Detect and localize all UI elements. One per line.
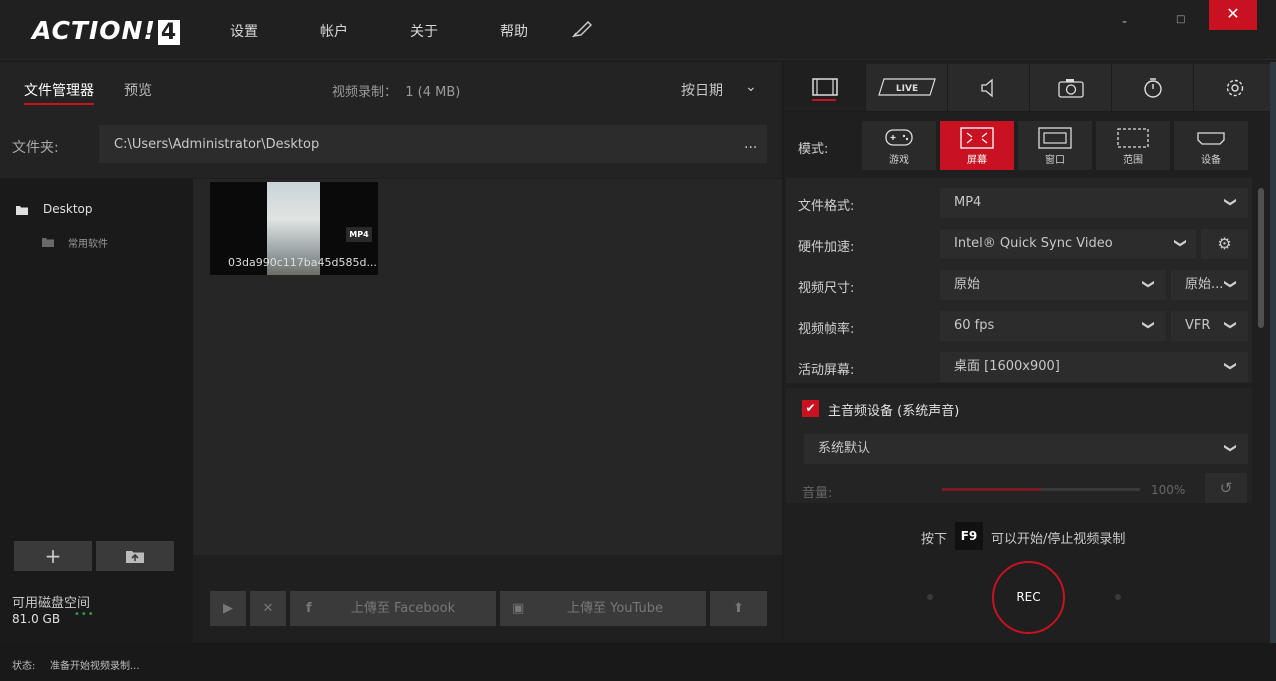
menu-settings[interactable]: 设置 [230, 21, 258, 41]
chevron-down-icon: ❯ [1142, 319, 1157, 331]
chevron-down-icon: ❯ [1174, 237, 1189, 249]
status-text: 准备开始视频录制... [50, 661, 140, 672]
chevron-down-icon: ❯ [1224, 278, 1239, 290]
mode-label: 模式: [798, 142, 829, 157]
format-badge: MP4 [346, 227, 372, 242]
upload-youtube-button[interactable]: ▣ 上傳至 YouTube [500, 591, 706, 626]
tab-audio[interactable] [948, 64, 1029, 111]
fps-select[interactable]: 60 fps [940, 311, 1166, 341]
youtube-icon: ▣ [512, 601, 525, 616]
chevron-down-icon: ❯ [1224, 196, 1239, 208]
gear-icon: ⚙ [1217, 234, 1232, 253]
maximize-button[interactable]: □ [1176, 14, 1185, 25]
indicator-dot [1115, 594, 1121, 600]
sort-dropdown[interactable]: 按日期 [681, 80, 723, 100]
delete-button[interactable]: ✕ [250, 591, 286, 626]
hw-accel-select[interactable]: Intel® Quick Sync Video [940, 229, 1196, 259]
hdmi-icon [1174, 127, 1248, 151]
folder-path-text: C:\Users\Administrator\Desktop [114, 137, 320, 152]
file-name: 03da990c117ba45d585d... [228, 256, 377, 269]
tab-camera[interactable] [1030, 64, 1111, 111]
mode-game[interactable]: 游戏 [862, 121, 936, 170]
hint-text-a: 按下 [921, 532, 948, 547]
hw-accel-label: 硬件加速: [798, 240, 855, 255]
format-select[interactable]: MP4 [940, 188, 1248, 218]
window-icon [1018, 127, 1092, 151]
disk-status-indicator: ••• [74, 609, 95, 620]
folder-label: 文件夹: [12, 140, 59, 156]
tab-video[interactable] [784, 64, 865, 111]
volume-reset-button[interactable]: ↺ [1205, 473, 1247, 503]
region-icon [1096, 127, 1170, 151]
tab-timer[interactable] [1112, 64, 1193, 111]
record-button[interactable]: REC [992, 561, 1065, 634]
active-screen-label: 活动屏幕: [798, 363, 855, 378]
folder-icon [16, 204, 28, 219]
folder-icon [42, 236, 54, 251]
chevron-down-icon: ❯ [1224, 442, 1239, 454]
title-bar [0, 0, 1276, 60]
facebook-icon: f [306, 601, 312, 616]
chevron-down-icon: ❯ [1224, 360, 1239, 372]
tab-settings[interactable] [1194, 64, 1275, 111]
hotkey-badge: F9 [955, 522, 983, 550]
mode-screen[interactable]: 屏幕 [940, 121, 1014, 170]
disk-space-value: 81.0 GB [12, 612, 61, 626]
browse-button[interactable]: ... [744, 136, 757, 152]
volume-slider-fill [942, 488, 1041, 491]
audio-device-select[interactable]: 系统默认 [804, 434, 1248, 464]
video-size-label: 视频尺寸: [798, 281, 855, 296]
app-logo: ACTION! 4 [32, 16, 181, 45]
minimize-button[interactable]: - [1122, 14, 1127, 30]
mode-region[interactable]: 范围 [1096, 121, 1170, 170]
upload-facebook-button[interactable]: f 上傳至 Facebook [290, 591, 496, 626]
hw-settings-button[interactable]: ⚙ [1201, 229, 1248, 259]
chevron-down-icon[interactable]: ⌄ [745, 79, 757, 95]
live-label: LIVE [895, 84, 917, 94]
chevron-down-icon: ❯ [1224, 319, 1239, 331]
active-screen-select[interactable]: 桌面 [1600x900] [940, 352, 1248, 382]
volume-value: 100% [1151, 483, 1186, 497]
gamepad-icon [862, 127, 936, 151]
chevron-down-icon: ❯ [1142, 278, 1157, 290]
tab-file-manager[interactable]: 文件管理器 [24, 80, 94, 105]
mode-window[interactable]: 窗口 [1018, 121, 1092, 170]
menu-help[interactable]: 帮助 [500, 21, 528, 41]
open-folder-button[interactable] [96, 541, 174, 571]
audio-device-label: 主音频设备 (系统声音) [828, 404, 960, 419]
scrollbar[interactable] [1258, 188, 1264, 328]
recording-count: 视频录制： 1 (4 MB) [332, 85, 461, 100]
audio-enable-checkbox[interactable]: ✔ [802, 400, 819, 417]
mode-device[interactable]: 设备 [1174, 121, 1248, 170]
fullscreen-icon [940, 127, 1014, 151]
tab-live[interactable]: LIVE [866, 64, 947, 111]
menu-about[interactable]: 关于 [410, 21, 438, 41]
tab-preview[interactable]: 预览 [124, 80, 152, 100]
active-tab-indicator [812, 99, 836, 101]
tree-item-desktop[interactable]: Desktop [43, 202, 93, 216]
status-bar [0, 643, 1276, 681]
volume-label: 音量: [802, 486, 833, 501]
add-folder-button[interactable]: + [14, 541, 92, 571]
tree-item-software[interactable]: 常用软件 [68, 235, 108, 250]
window-edge [1270, 62, 1276, 643]
reset-icon: ↺ [1219, 479, 1233, 497]
close-button[interactable]: ✕ [1209, 0, 1257, 30]
hint-text-b: 可以开始/停止视频录制 [991, 532, 1126, 547]
status-label: 状态: [12, 661, 36, 672]
upload-button[interactable]: ⬆ [710, 591, 767, 626]
play-button[interactable]: ▶ [210, 591, 246, 626]
video-size-select[interactable]: 原始 [940, 270, 1166, 300]
format-label: 文件格式: [798, 199, 855, 214]
pen-icon[interactable] [572, 20, 594, 42]
fps-label: 视频帧率: [798, 322, 855, 337]
indicator-dot [927, 594, 933, 600]
menu-account[interactable]: 帐户 [320, 21, 348, 41]
